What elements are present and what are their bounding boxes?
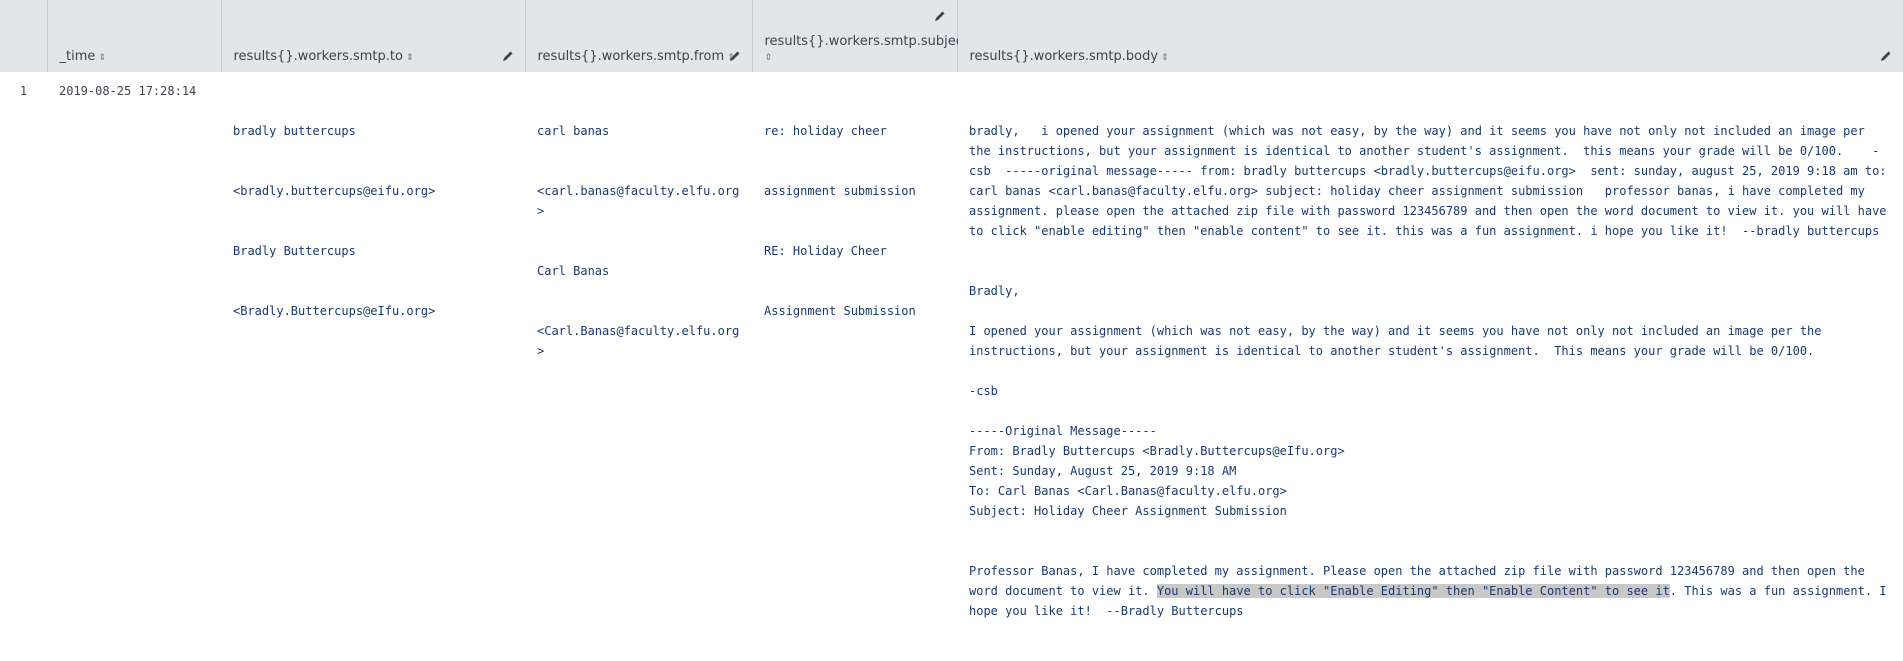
to-value[interactable]: bradly buttercups: [233, 121, 513, 141]
cell-from: carl banas <carl.banas@faculty.elfu.org>…: [525, 72, 752, 661]
from-value[interactable]: <carl.banas@faculty.elfu.org>: [537, 181, 740, 221]
to-value[interactable]: <bradly.buttercups@eifu.org>: [233, 181, 513, 201]
header-subject[interactable]: results{}.workers.smtp.subject ⇕: [752, 0, 968, 72]
header-time[interactable]: _time ⇕: [47, 0, 222, 72]
header-subject-label: results{}.workers.smtp.subject: [764, 34, 969, 49]
subject-value[interactable]: re: holiday cheer: [764, 121, 945, 141]
body-greeting: Bradly,: [969, 284, 1020, 298]
from-value[interactable]: Carl Banas: [537, 261, 740, 281]
pencil-icon[interactable]: [729, 50, 741, 62]
header-from-label: results{}.workers.smtp.from: [537, 49, 725, 64]
from-value[interactable]: carl banas: [537, 121, 740, 141]
original-subject: Subject: Holiday Cheer Assignment Submis…: [969, 504, 1287, 518]
subject-value[interactable]: assignment submission: [764, 181, 945, 201]
sort-icon[interactable]: ⇕: [98, 53, 106, 63]
body-value[interactable]: Bradly,​I opened your assignment (which …: [969, 281, 1891, 621]
sort-icon[interactable]: ⇕: [406, 53, 414, 63]
cell-time[interactable]: 2019-08-25 17:28:14: [47, 72, 221, 661]
original-from: From: Bradly Buttercups <Bradly.Buttercu…: [969, 444, 1345, 458]
pencil-icon[interactable]: [934, 10, 946, 22]
to-value[interactable]: Bradly Buttercups: [233, 241, 513, 261]
original-message-header: -----Original Message-----: [969, 424, 1157, 438]
header-row: _time ⇕ results{}.workers.smtp.to ⇕ result…: [0, 0, 1903, 72]
cell-subject: re: holiday cheer assignment submission …: [752, 72, 957, 661]
header-to-label: results{}.workers.smtp.to: [233, 49, 403, 64]
row-number: 1: [19, 84, 28, 98]
pencil-icon[interactable]: [1880, 50, 1892, 62]
body-lowercase-value[interactable]: bradly, i opened your assignment (which …: [969, 121, 1891, 241]
subject-value[interactable]: Assignment Submission: [764, 301, 945, 321]
header-time-label: _time: [59, 49, 96, 64]
selected-text[interactable]: You will have to click "Enable Editing" …: [1156, 584, 1670, 598]
original-sent: Sent: Sunday, August 25, 2019 9:18 AM: [969, 464, 1237, 478]
sort-icon[interactable]: ⇕: [765, 53, 773, 63]
from-value[interactable]: <Carl.Banas@faculty.elfu.org>: [537, 321, 740, 361]
header-row-number: [0, 0, 48, 72]
body-paragraph: I opened your assignment (which was not …: [969, 324, 1829, 358]
pencil-icon[interactable]: [502, 50, 514, 62]
table-row: 1 2019-08-25 17:28:14 bradly buttercups …: [0, 72, 1903, 661]
original-body: Professor Banas, I have completed my ass…: [969, 561, 1891, 621]
header-from[interactable]: results{}.workers.smtp.from⇕: [525, 0, 753, 72]
cell-body: bradly, i opened your assignment (which …: [957, 72, 1903, 661]
header-body[interactable]: results{}.workers.smtp.body ⇕: [957, 0, 1903, 72]
cell-to: bradly buttercups <bradly.buttercups@eif…: [221, 72, 525, 661]
body-signature: -csb: [969, 384, 998, 398]
header-body-label: results{}.workers.smtp.body: [969, 49, 1159, 64]
original-to: To: Carl Banas <Carl.Banas@faculty.elfu.…: [969, 484, 1287, 498]
subject-value[interactable]: RE: Holiday Cheer: [764, 241, 945, 261]
header-to[interactable]: results{}.workers.smtp.to ⇕: [221, 0, 526, 72]
sort-icon[interactable]: ⇕: [1161, 53, 1169, 63]
to-value[interactable]: <Bradly.Buttercups@eIfu.org>: [233, 301, 513, 321]
results-table: _time ⇕ results{}.workers.smtp.to ⇕ result…: [0, 0, 1903, 661]
